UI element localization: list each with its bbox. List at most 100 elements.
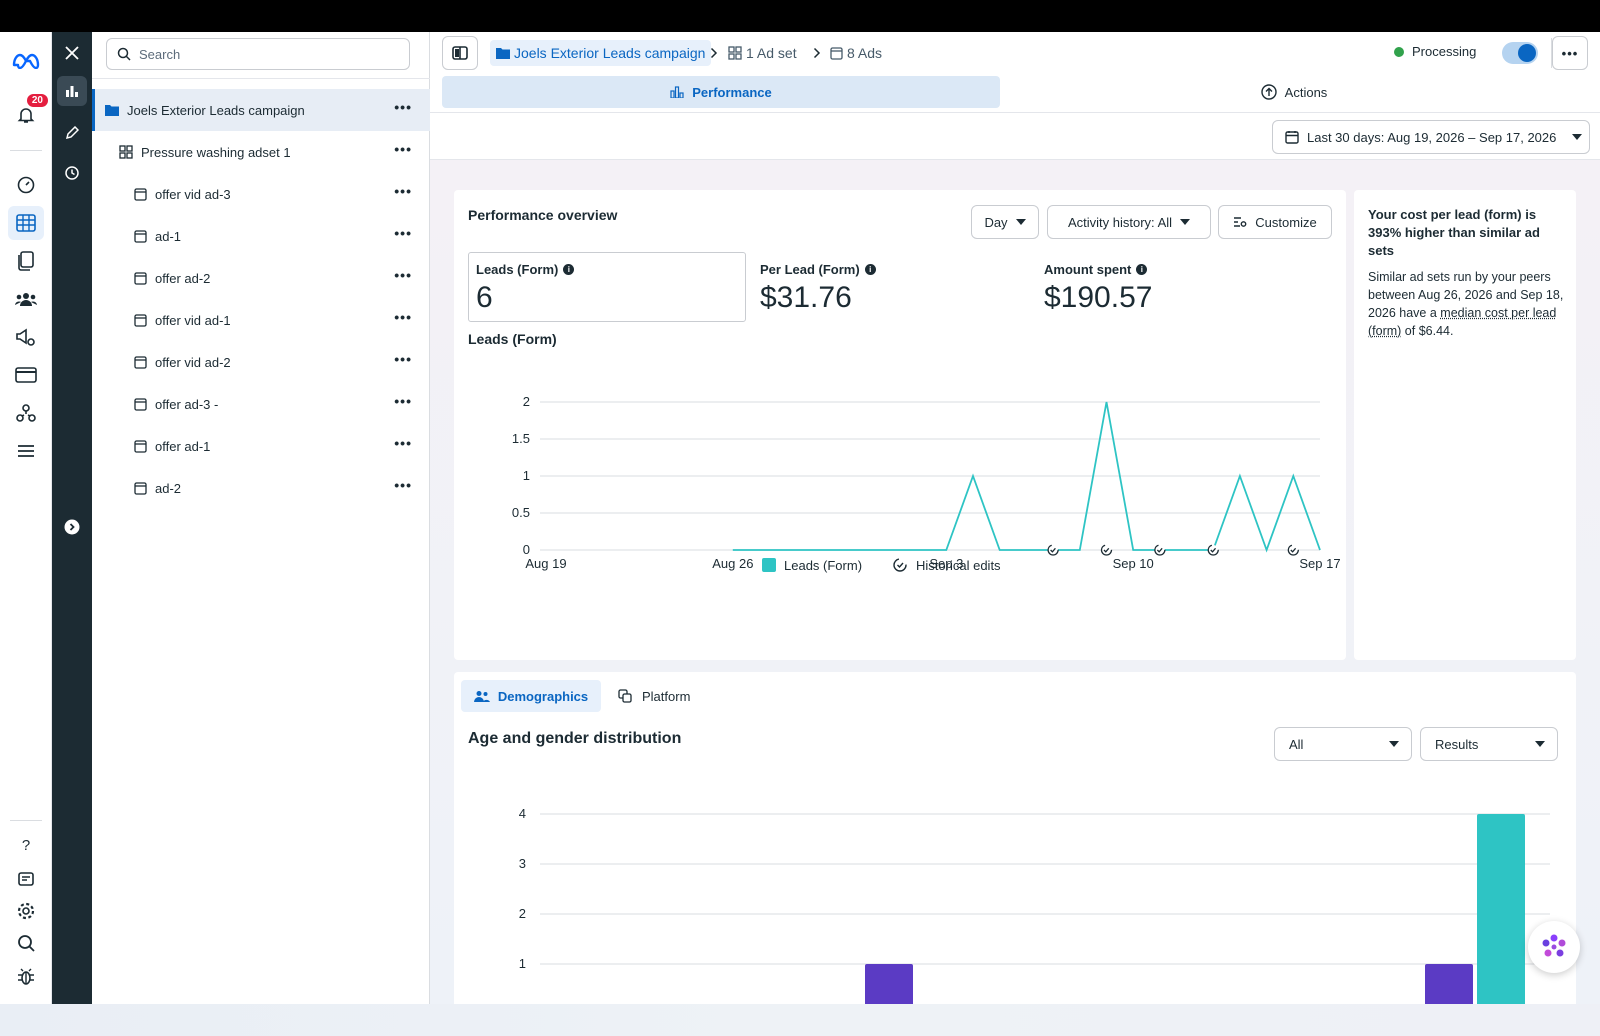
tree-item-campaign[interactable]: Joels Exterior Leads campaign ••• — [92, 89, 430, 131]
tree-item-label: Pressure washing adset 1 — [141, 144, 291, 160]
events-manager-icon[interactable] — [8, 396, 44, 430]
news-feed-icon[interactable] — [8, 862, 44, 896]
x-tick-label: Aug 19 — [525, 556, 566, 571]
settings-gear-icon[interactable] — [8, 894, 44, 928]
breadcrumb-campaign[interactable]: Joels Exterior Leads campaign — [490, 40, 712, 66]
more-options-icon[interactable]: ••• — [394, 436, 412, 450]
edit-pencil-icon[interactable] — [57, 118, 87, 148]
audiences-icon[interactable] — [8, 282, 44, 316]
more-options-icon[interactable]: ••• — [394, 184, 412, 198]
ad-icon — [830, 46, 843, 60]
chevron-down-icon — [1572, 134, 1583, 140]
tab-demographics[interactable]: Demographics — [461, 680, 601, 712]
meta-logo-icon[interactable] — [8, 44, 44, 78]
tree-search-box[interactable] — [106, 38, 410, 70]
ads-table-icon[interactable] — [8, 206, 44, 240]
insight-title: Your cost per lead (form) is 393% higher… — [1368, 207, 1540, 258]
granularity-dropdown[interactable]: Day — [971, 205, 1039, 239]
kpi-value: 6 — [476, 281, 493, 314]
legend-series-label: Leads (Form) — [784, 557, 863, 573]
expand-chevron-icon[interactable] — [57, 512, 87, 542]
pages-icon[interactable] — [8, 244, 44, 278]
date-range-label: Last 30 days: Aug 19, 2026 – Sep 17, 202… — [1307, 129, 1557, 145]
info-icon[interactable]: i — [563, 264, 575, 275]
kpi-per-lead[interactable]: Per Lead (Form) i $31.76 — [760, 262, 876, 315]
notifications-icon[interactable]: 20 — [8, 92, 50, 132]
insight-card — [1354, 190, 1576, 660]
dashboard-icon[interactable] — [8, 168, 44, 202]
kpi-amount-spent[interactable]: Amount spent i $190.57 — [1044, 262, 1152, 315]
bar-chart-icon — [670, 86, 684, 98]
more-options-icon[interactable]: ••• — [394, 478, 412, 492]
gender-filter-dropdown[interactable]: All — [1274, 727, 1412, 761]
more-options-icon[interactable]: ••• — [394, 100, 412, 114]
panel-layout-icon — [452, 46, 468, 60]
more-options-button[interactable]: ••• — [1552, 36, 1588, 70]
info-icon[interactable]: i — [864, 264, 876, 275]
historical-edit-marker — [1287, 544, 1299, 556]
metric-filter-dropdown[interactable]: Results — [1420, 727, 1558, 761]
billing-icon[interactable] — [8, 358, 44, 392]
card-title: Performance overview — [468, 207, 618, 223]
close-icon[interactable] — [57, 38, 87, 68]
tree-item-label: Joels Exterior Leads campaign — [127, 102, 305, 118]
filter-label: Results — [1435, 736, 1479, 752]
help-icon[interactable]: ? — [8, 828, 44, 862]
history-clock-icon[interactable] — [57, 158, 87, 188]
tree-item-label: offer vid ad-3 — [155, 186, 231, 202]
toggle-panel-button[interactable] — [442, 36, 478, 70]
bar-series-1 — [1425, 964, 1473, 1004]
ad-icon — [134, 187, 147, 201]
folder-icon — [105, 105, 119, 116]
campaign-toggle[interactable] — [1502, 42, 1538, 64]
notification-count-badge: 20 — [24, 92, 50, 109]
more-options-icon[interactable]: ••• — [394, 352, 412, 366]
left-nav-rail: 20 ? — [0, 32, 52, 1004]
tree-item-ad[interactable]: ad-1 ••• — [92, 215, 430, 257]
ad-icon — [134, 439, 147, 453]
all-tools-menu-icon[interactable] — [8, 434, 44, 468]
search-icon[interactable] — [8, 926, 44, 960]
granularity-label: Day — [984, 214, 1008, 230]
search-icon — [117, 47, 131, 61]
tree-item-ad[interactable]: offer vid ad-2 ••• — [92, 341, 430, 383]
assistant-launcher-button[interactable] — [1528, 921, 1580, 973]
tools-column — [52, 32, 92, 1004]
section-title: Age and gender distribution — [468, 730, 682, 747]
campaign-settings-icon[interactable] — [8, 320, 44, 354]
y-tick-label: 2 — [519, 906, 526, 921]
breadcrumb-adset[interactable]: 1 Ad set — [728, 40, 797, 66]
date-range-picker[interactable]: Last 30 days: Aug 19, 2026 – Sep 17, 202… — [1272, 120, 1590, 154]
more-options-icon[interactable]: ••• — [394, 226, 412, 240]
tree-item-adset[interactable]: Pressure washing adset 1 ••• — [92, 131, 430, 173]
adset-grid-icon — [728, 46, 742, 60]
customize-button[interactable]: Customize — [1218, 205, 1332, 239]
tab-performance[interactable]: Performance — [442, 76, 1000, 108]
y-tick-label: 4 — [519, 806, 526, 821]
activity-history-dropdown[interactable]: Activity history: All — [1047, 205, 1211, 239]
tree-item-ad[interactable]: offer ad-1 ••• — [92, 425, 430, 467]
y-tick-label: 3 — [519, 856, 526, 871]
more-options-icon[interactable]: ••• — [394, 310, 412, 324]
tab-actions[interactable]: Actions — [1004, 76, 1584, 108]
more-options-icon[interactable]: ••• — [394, 268, 412, 282]
tree-item-ad[interactable]: offer ad-3 - ••• — [92, 383, 430, 425]
folder-icon — [496, 48, 510, 59]
info-icon[interactable]: i — [1136, 264, 1148, 275]
tree-search-input[interactable] — [139, 46, 379, 62]
y-tick-label: 1.5 — [512, 431, 530, 446]
report-bug-icon[interactable] — [8, 960, 44, 994]
breadcrumb-ads[interactable]: 8 Ads — [830, 40, 882, 66]
window-bottom-bar — [0, 1004, 1600, 1036]
kpi-title: Amount spent — [1044, 262, 1132, 277]
tree-item-ad[interactable]: ad-2 ••• — [92, 467, 430, 509]
historical-edit-marker — [1207, 544, 1219, 556]
tree-item-ad[interactable]: offer ad-2 ••• — [92, 257, 430, 299]
tree-item-ad[interactable]: offer vid ad-1 ••• — [92, 299, 430, 341]
performance-chart-icon[interactable] — [57, 76, 87, 106]
more-options-icon[interactable]: ••• — [394, 394, 412, 408]
legend-swatch — [762, 558, 776, 572]
tree-item-ad[interactable]: offer vid ad-3 ••• — [92, 173, 430, 215]
more-options-icon[interactable]: ••• — [394, 142, 412, 156]
tab-platform[interactable]: Platform — [618, 680, 718, 712]
